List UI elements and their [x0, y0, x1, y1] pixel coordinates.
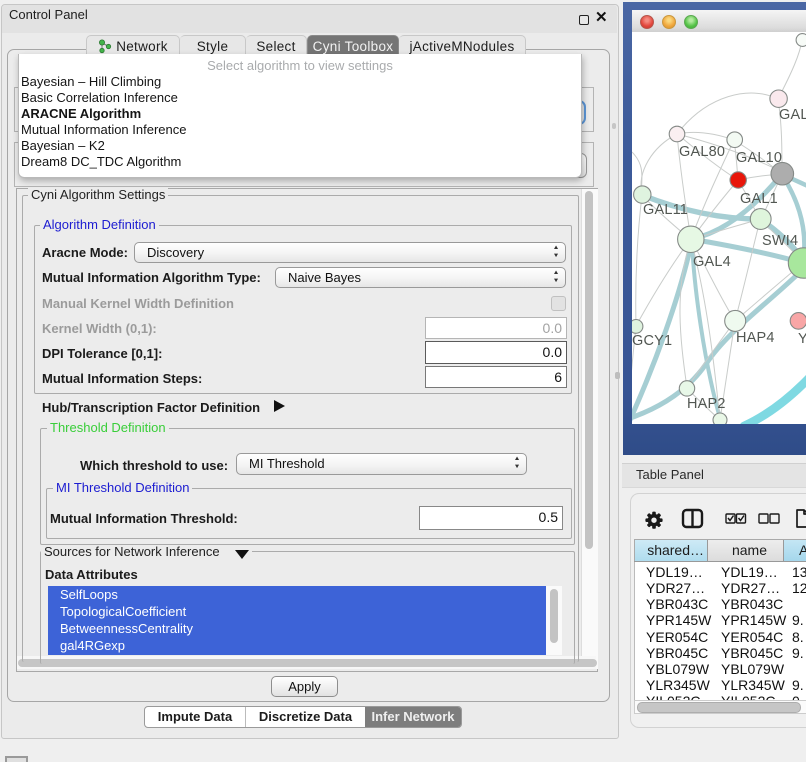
svg-text:GAL8: GAL8	[779, 107, 806, 123]
svg-text:Y: Y	[798, 331, 806, 347]
svg-text:GAL11: GAL11	[643, 202, 688, 218]
svg-text:GCY1: GCY1	[632, 333, 672, 349]
svg-text:GAL1: GAL1	[740, 191, 778, 207]
svg-text:HAP2: HAP2	[687, 396, 726, 412]
svg-text:HAP4: HAP4	[736, 330, 775, 346]
svg-text:GAL4: GAL4	[693, 254, 731, 270]
svg-text:GAL10: GAL10	[736, 150, 782, 166]
svg-text:GAL80: GAL80	[679, 144, 725, 160]
svg-text:SWI4: SWI4	[762, 233, 798, 249]
